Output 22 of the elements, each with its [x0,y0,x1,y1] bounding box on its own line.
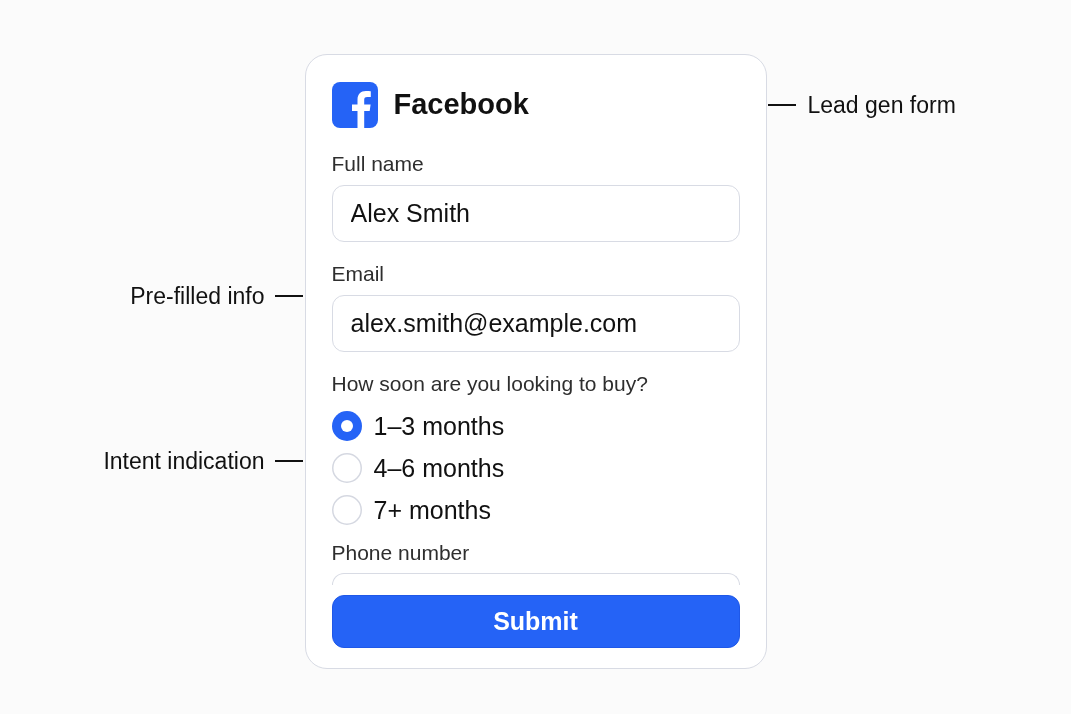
radio-button[interactable] [331,453,362,483]
field-label: Full name [331,152,425,176]
callout-label: Intent indication [103,447,265,475]
brand-title: Facebook [393,89,529,121]
submit-button[interactable]: Submit [331,595,740,648]
question-label: How soon are you looking to buy? [331,372,649,396]
radio-label[interactable]: 1–3 months [373,411,505,441]
callout-label: Lead gen form [807,91,956,119]
radio-label[interactable]: 7+ months [373,495,491,525]
input-field[interactable] [331,573,740,585]
radio-button[interactable] [331,411,362,441]
leader-line [274,295,303,297]
input-field[interactable]: alex.smith@example.com [331,295,740,352]
leader-line [274,460,303,462]
logo-icon [331,82,378,128]
radio-button[interactable] [331,495,362,525]
radio-label[interactable]: 4–6 months [373,453,505,483]
leader-line [767,104,796,106]
field-label: Phone number [331,541,471,565]
field-label: Email [331,262,385,286]
input-field[interactable]: Alex Smith [331,185,740,242]
callout-label: Pre-filled info [130,282,265,310]
